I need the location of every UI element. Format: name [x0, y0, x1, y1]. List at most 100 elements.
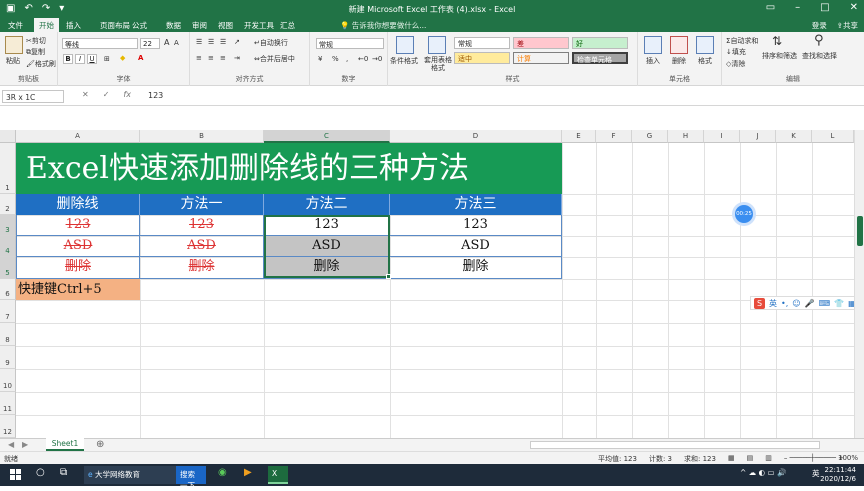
emoji-icon[interactable]: ☺	[792, 299, 800, 308]
italic-button[interactable]: I	[75, 54, 85, 64]
tab-review[interactable]: 审阅	[192, 20, 207, 31]
style-normal[interactable]: 常规	[454, 37, 510, 49]
data-cell-a5[interactable]: 删除	[16, 257, 140, 279]
orientation-icon[interactable]: ↗	[234, 38, 240, 46]
sogou-icon[interactable]: S	[754, 297, 765, 309]
tab-summary[interactable]: 汇总	[280, 20, 295, 31]
find-select-button[interactable]: 查找和选择	[802, 51, 837, 61]
column-header-b[interactable]: B	[140, 130, 264, 143]
paste-button[interactable]: 粘贴	[6, 56, 20, 66]
merge-center-button[interactable]: ⇔合并后居中	[254, 54, 295, 64]
page-break-icon[interactable]: ▥	[765, 454, 772, 464]
indent-icon[interactable]: ⇥	[234, 54, 240, 62]
font-name-dropdown[interactable]: 等线	[62, 38, 138, 49]
format-cells-button[interactable]: 格式	[698, 56, 712, 66]
data-cell-b3[interactable]: 123	[140, 215, 264, 236]
timer-bubble[interactable]: 00:25	[735, 205, 753, 223]
status-sum[interactable]: 求和: 123	[684, 454, 716, 464]
percent-button[interactable]: %	[332, 55, 339, 63]
data-cell-c4[interactable]: ASD	[264, 236, 390, 257]
conditional-format-icon[interactable]	[396, 36, 414, 54]
row-header-6[interactable]: 6	[0, 279, 16, 300]
underline-button[interactable]: U	[87, 54, 97, 64]
border-icon[interactable]: ⊞	[104, 55, 110, 63]
data-cell-b4[interactable]: ASD	[140, 236, 264, 257]
data-cell-d4[interactable]: ASD	[390, 236, 562, 257]
fill-handle[interactable]	[386, 274, 391, 279]
close-icon[interactable]: ✕	[850, 2, 858, 13]
tab-view[interactable]: 视图	[218, 20, 233, 31]
column-header-k[interactable]: K	[776, 130, 812, 143]
fill-color-icon[interactable]: ◆	[120, 54, 125, 62]
mic-icon[interactable]: 🎤	[805, 299, 815, 308]
row-header-8[interactable]: 8	[0, 323, 16, 346]
row-header-1[interactable]: 1	[0, 143, 16, 194]
prev-sheet-icon[interactable]: ◀	[8, 440, 14, 449]
sort-filter-button[interactable]: 排序和筛选	[762, 51, 797, 61]
horizontal-scrollbar[interactable]	[530, 441, 820, 449]
column-header-f[interactable]: F	[596, 130, 632, 143]
sheet-tab-sheet1[interactable]: Sheet1	[46, 438, 84, 451]
row-header-9[interactable]: 9	[0, 346, 16, 369]
tab-page-layout[interactable]: 页面布局	[100, 20, 130, 31]
vertical-scroll-thumb[interactable]	[857, 216, 863, 246]
format-table-icon[interactable]	[428, 36, 446, 54]
wrap-text-button[interactable]: ↵自动换行	[254, 38, 288, 48]
align-middle-icon[interactable]: ☰	[208, 38, 214, 46]
style-calculation[interactable]: 计算	[513, 52, 569, 64]
copy-button[interactable]: ⧉复制	[26, 47, 45, 57]
decrease-decimal-icon[interactable]: →0	[372, 55, 382, 63]
align-bottom-icon[interactable]: ☰	[220, 38, 226, 46]
name-box[interactable]: 3R x 1C	[2, 90, 64, 103]
grow-font-icon[interactable]: A	[164, 38, 169, 47]
header-cell[interactable]: 方法三	[390, 194, 562, 215]
tab-developer[interactable]: 开发工具	[244, 20, 274, 31]
taskbar-excel[interactable]: X	[268, 466, 288, 484]
column-header-j[interactable]: J	[740, 130, 776, 143]
windows-start-icon[interactable]	[10, 469, 21, 480]
style-bad[interactable]: 差	[513, 37, 569, 49]
format-cells-icon[interactable]	[696, 36, 714, 54]
maximize-icon[interactable]: □	[820, 2, 829, 13]
data-cell-c3[interactable]: 123	[264, 215, 390, 236]
status-average[interactable]: 平均值: 123	[598, 454, 637, 464]
font-color-icon[interactable]: A	[138, 54, 143, 62]
zoom-level[interactable]: 100%	[838, 454, 858, 462]
data-cell-a3[interactable]: 123	[16, 215, 140, 236]
column-header-h[interactable]: H	[668, 130, 704, 143]
bold-button[interactable]: B	[63, 54, 73, 64]
align-left-icon[interactable]: ≡	[196, 54, 202, 62]
magnifier-icon[interactable]: ⚲	[814, 33, 824, 48]
vertical-scrollbar[interactable]	[854, 130, 864, 438]
ime-lang[interactable]: 英	[769, 298, 777, 309]
paste-icon[interactable]	[5, 36, 23, 54]
select-all-corner[interactable]	[0, 130, 16, 143]
align-center-icon[interactable]: ≡	[208, 54, 214, 62]
column-header-d[interactable]: D	[390, 130, 562, 143]
tab-data[interactable]: 数据	[166, 20, 181, 31]
column-header-c[interactable]: C	[264, 130, 390, 143]
style-check-cell[interactable]: 检查单元格	[572, 52, 628, 64]
tab-formulas[interactable]: 公式	[132, 20, 147, 31]
row-header-12[interactable]: 12	[0, 415, 16, 438]
formula-input[interactable]: 123	[148, 91, 163, 100]
search-icon[interactable]: ○	[36, 467, 45, 478]
format-painter-button[interactable]: 🖌格式刷	[26, 59, 56, 69]
insert-cells-button[interactable]: 插入	[646, 56, 660, 66]
autosum-button[interactable]: Σ自动求和	[726, 36, 758, 46]
taskbar-search-button[interactable]: 搜索一下	[176, 466, 206, 490]
clear-button[interactable]: ◇清除	[726, 59, 745, 69]
function-button[interactable]: fx	[123, 90, 131, 99]
row-header-4[interactable]: 4	[0, 236, 16, 257]
app-icon-video[interactable]: ▶	[244, 467, 252, 478]
currency-icon[interactable]: ¥	[318, 55, 322, 63]
cut-button[interactable]: ✂剪切	[26, 36, 46, 46]
tab-home[interactable]: 开始	[34, 18, 59, 32]
tab-insert[interactable]: 插入	[66, 20, 81, 31]
share-button[interactable]: ⇪共享	[837, 20, 858, 31]
style-good[interactable]: 好	[572, 37, 628, 49]
comma-icon[interactable]: ,	[346, 55, 348, 63]
column-header-g[interactable]: G	[632, 130, 668, 143]
next-sheet-icon[interactable]: ▶	[22, 440, 28, 449]
add-sheet-icon[interactable]: ⊕	[96, 439, 104, 450]
